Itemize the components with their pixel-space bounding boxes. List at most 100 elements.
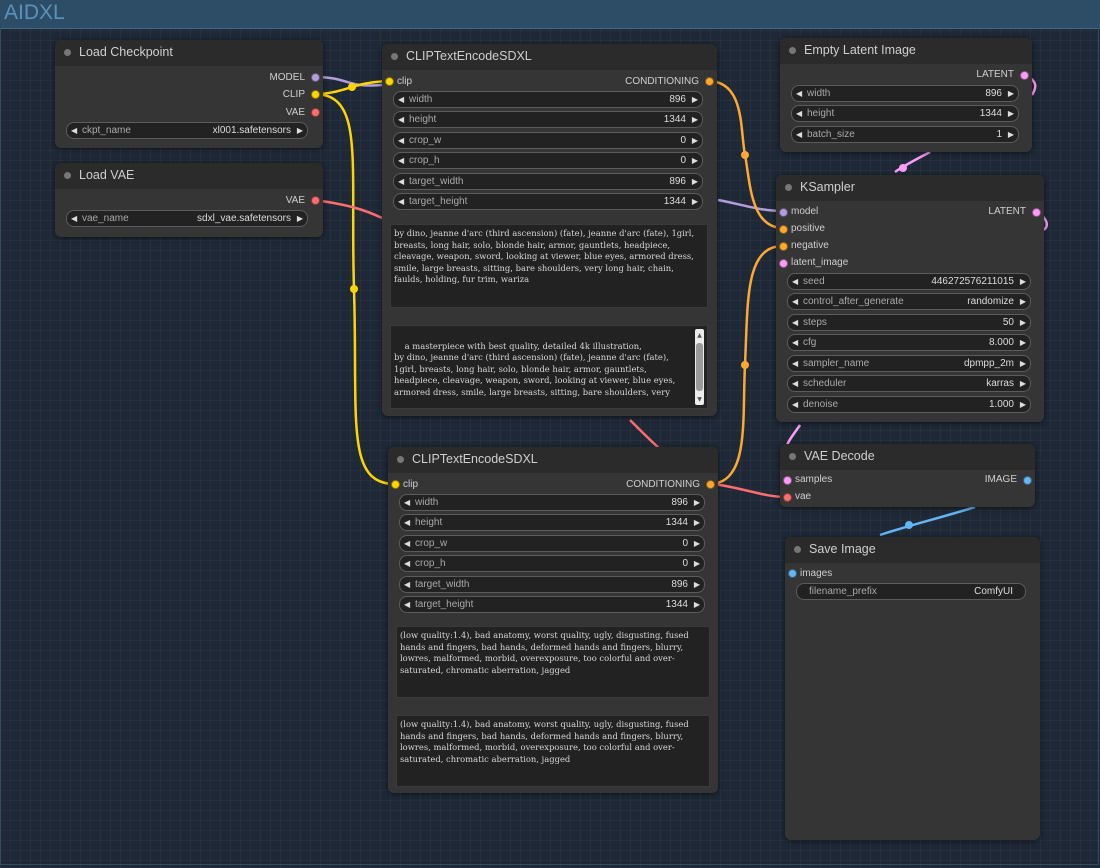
decrement-arrow-icon[interactable]: ◀ (398, 92, 404, 107)
width-number-widget[interactable]: ◀ width 896 ▶ (393, 91, 703, 108)
steps-widget[interactable]: ◀ steps 50 ▶ (787, 314, 1031, 331)
input-vae-dot[interactable] (783, 493, 792, 502)
increment-arrow-icon[interactable]: ▶ (1020, 294, 1026, 309)
collapse-dot-icon[interactable] (794, 546, 801, 553)
node-load-vae[interactable]: Load VAE VAE ◀ vae_name sdxl_vae.safeten… (55, 163, 323, 237)
scroll-down-icon[interactable]: ▼ (695, 394, 704, 406)
filename-prefix-input[interactable]: filename_prefix ComfyUI (796, 583, 1026, 600)
output-latent-dot[interactable] (1032, 208, 1041, 217)
input-clip-dot[interactable] (391, 480, 400, 489)
increment-arrow-icon[interactable]: ▶ (1020, 335, 1026, 350)
increment-arrow-icon[interactable]: ▶ (694, 515, 700, 530)
node-title-bar[interactable]: VAE Decode (780, 444, 1035, 470)
increment-arrow-icon[interactable]: ▶ (694, 536, 700, 551)
decrement-arrow-icon[interactable]: ◀ (71, 123, 77, 138)
input-images-dot[interactable] (788, 569, 797, 578)
decrement-arrow-icon[interactable]: ◀ (404, 597, 410, 612)
node-clip-text-encode-positive[interactable]: CLIPTextEncodeSDXL clip CONDITIONING ◀ w… (382, 44, 717, 416)
target-width-number-widget[interactable]: ◀ target_width 896 ▶ (393, 173, 703, 190)
decrement-arrow-icon[interactable]: ◀ (398, 153, 404, 168)
height-number-widget[interactable]: ◀ height 1344 ▶ (791, 105, 1019, 122)
increment-arrow-icon[interactable]: ▶ (1020, 376, 1026, 391)
width-number-widget[interactable]: ◀ width 896 ▶ (399, 494, 705, 511)
node-title-bar[interactable]: KSampler (776, 175, 1044, 201)
output-latent-dot[interactable] (1020, 71, 1029, 80)
collapse-dot-icon[interactable] (64, 49, 71, 56)
target-height-number-widget[interactable]: ◀ target_height 1344 ▶ (393, 193, 703, 210)
output-model-dot[interactable] (311, 73, 320, 82)
increment-arrow-icon[interactable]: ▶ (1020, 315, 1026, 330)
text-l-textarea[interactable]: (low quality:1.4), bad anatomy, worst qu… (396, 715, 710, 787)
output-conditioning-dot[interactable] (706, 480, 715, 489)
decrement-arrow-icon[interactable]: ◀ (796, 106, 802, 121)
node-ksampler[interactable]: KSampler model positive negative latent_… (776, 175, 1044, 422)
decrement-arrow-icon[interactable]: ◀ (792, 294, 798, 309)
node-title-bar[interactable]: CLIPTextEncodeSDXL (382, 44, 717, 70)
increment-arrow-icon[interactable]: ▶ (1008, 86, 1014, 101)
increment-arrow-icon[interactable]: ▶ (694, 577, 700, 592)
node-title-bar[interactable]: Empty Latent Image (780, 38, 1032, 64)
input-model-dot[interactable] (779, 208, 788, 217)
increment-arrow-icon[interactable]: ▶ (1020, 397, 1026, 412)
increment-arrow-icon[interactable]: ▶ (694, 556, 700, 571)
decrement-arrow-icon[interactable]: ◀ (792, 376, 798, 391)
text-g-textarea[interactable]: (low quality:1.4), bad anatomy, worst qu… (396, 626, 710, 698)
increment-arrow-icon[interactable]: ▶ (694, 597, 700, 612)
node-title-bar[interactable]: Save Image (785, 537, 1040, 563)
collapse-dot-icon[interactable] (397, 456, 404, 463)
decrement-arrow-icon[interactable]: ◀ (71, 211, 77, 226)
decrement-arrow-icon[interactable]: ◀ (792, 335, 798, 350)
scheduler-widget[interactable]: ◀ scheduler karras ▶ (787, 375, 1031, 392)
node-empty-latent-image[interactable]: Empty Latent Image LATENT ◀ width 896 ▶ … (780, 38, 1032, 152)
scrollbar-thumb[interactable] (696, 343, 703, 391)
increment-arrow-icon[interactable]: ▶ (692, 133, 698, 148)
decrement-arrow-icon[interactable]: ◀ (792, 397, 798, 412)
output-clip-dot[interactable] (311, 90, 320, 99)
decrement-arrow-icon[interactable]: ◀ (404, 495, 410, 510)
node-clip-text-encode-negative[interactable]: CLIPTextEncodeSDXL clip CONDITIONING ◀ w… (388, 447, 718, 793)
increment-arrow-icon[interactable]: ▶ (692, 92, 698, 107)
output-vae-dot[interactable] (311, 196, 320, 205)
vae-name-combo[interactable]: ◀ vae_name sdxl_vae.safetensors ▶ (66, 210, 308, 227)
node-title-bar[interactable]: Load VAE (55, 163, 323, 189)
increment-arrow-icon[interactable]: ▶ (692, 174, 698, 189)
decrement-arrow-icon[interactable]: ◀ (398, 133, 404, 148)
collapse-dot-icon[interactable] (789, 47, 796, 54)
group-header[interactable]: AIDXL (0, 0, 1100, 29)
node-vae-decode[interactable]: VAE Decode samples vae IMAGE (780, 444, 1035, 507)
input-positive-dot[interactable] (779, 225, 788, 234)
cfg-widget[interactable]: ◀ cfg 8.000 ▶ (787, 334, 1031, 351)
text-l-textarea[interactable]: a masterpiece with best quality, detaile… (390, 325, 708, 409)
text-g-textarea[interactable]: by dino, jeanne d'arc (third ascension) … (390, 224, 708, 308)
crop-w-number-widget[interactable]: ◀ crop_w 0 ▶ (399, 535, 705, 552)
node-load-checkpoint[interactable]: Load Checkpoint MODEL CLIP VAE ◀ ckpt_na… (55, 40, 323, 148)
target-height-number-widget[interactable]: ◀ target_height 1344 ▶ (399, 596, 705, 613)
input-negative-dot[interactable] (779, 242, 788, 251)
increment-arrow-icon[interactable]: ▶ (1020, 274, 1026, 289)
node-title-bar[interactable]: CLIPTextEncodeSDXL (388, 447, 718, 473)
node-save-image[interactable]: Save Image images filename_prefix ComfyU… (785, 537, 1040, 840)
output-vae-dot[interactable] (311, 108, 320, 117)
scroll-up-icon[interactable]: ▲ (695, 330, 704, 342)
target-width-number-widget[interactable]: ◀ target_width 896 ▶ (399, 576, 705, 593)
crop-h-number-widget[interactable]: ◀ crop_h 0 ▶ (399, 555, 705, 572)
increment-arrow-icon[interactable]: ▶ (692, 153, 698, 168)
increment-arrow-icon[interactable]: ▶ (692, 112, 698, 127)
node-title-bar[interactable]: Load Checkpoint (55, 40, 323, 66)
decrement-arrow-icon[interactable]: ◀ (796, 86, 802, 101)
control-after-generate-widget[interactable]: ◀ control_after_generate randomize ▶ (787, 293, 1031, 310)
seed-widget[interactable]: ◀ seed 446272576211015 ▶ (787, 273, 1031, 290)
decrement-arrow-icon[interactable]: ◀ (404, 515, 410, 530)
scrollbar[interactable]: ▲ ▼ (695, 329, 704, 405)
ckpt-name-combo[interactable]: ◀ ckpt_name xl001.safetensors ▶ (66, 122, 308, 139)
input-samples-dot[interactable] (783, 476, 792, 485)
decrement-arrow-icon[interactable]: ◀ (404, 577, 410, 592)
sampler-name-widget[interactable]: ◀ sampler_name dpmpp_2m ▶ (787, 355, 1031, 372)
increment-arrow-icon[interactable]: ▶ (297, 211, 303, 226)
collapse-dot-icon[interactable] (64, 172, 71, 179)
increment-arrow-icon[interactable]: ▶ (694, 495, 700, 510)
denoise-widget[interactable]: ◀ denoise 1.000 ▶ (787, 396, 1031, 413)
collapse-dot-icon[interactable] (789, 453, 796, 460)
decrement-arrow-icon[interactable]: ◀ (796, 127, 802, 142)
crop-w-number-widget[interactable]: ◀ crop_w 0 ▶ (393, 132, 703, 149)
